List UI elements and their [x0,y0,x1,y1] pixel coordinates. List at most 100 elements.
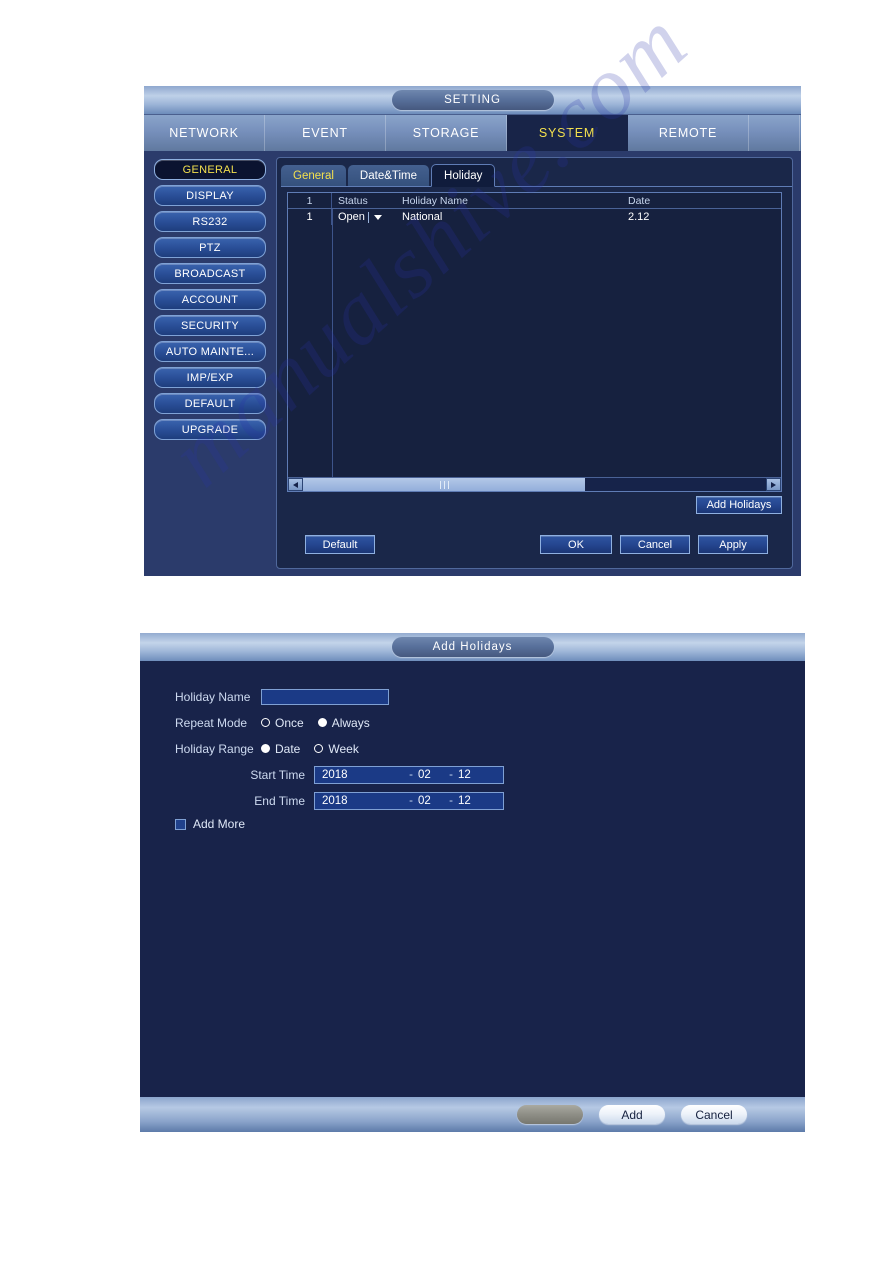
tab-system[interactable]: SYSTEM [507,115,628,151]
add-more-label: Add More [193,817,246,831]
end-month[interactable]: 02 [418,795,444,807]
start-sep-1: - [409,768,413,781]
subtab-general[interactable]: General [281,165,346,186]
default-button[interactable]: Default [305,535,375,554]
right-arrow-icon[interactable] [766,478,781,491]
header-status: Status [338,194,368,207]
add-holidays-titlebar: Add Holidays [140,633,805,661]
field-end-time: End Time 2018 - 02 - 12 [175,789,785,812]
repeat-mode-label: Repeat Mode [175,715,248,730]
sidebar-item-display[interactable]: DISPLAY [154,185,266,206]
ok-button[interactable]: OK [540,535,612,554]
add-holidays-title: Add Holidays [391,637,554,657]
table-body: 1 Open National 2.12 [288,209,781,477]
header-index: 1 [288,193,332,208]
start-month[interactable]: 02 [418,769,444,781]
sidebar-item-general[interactable]: GENERAL [154,159,266,180]
row-status-dropdown[interactable]: Open [332,209,394,225]
table-header-row: 1 Status Holiday Name Date [288,193,781,209]
scrollbar-thumb[interactable] [303,478,586,491]
sidebar-item-upgrade[interactable]: UPGRADE [154,419,266,440]
sidebar-item-default[interactable]: DEFAULT [154,393,266,414]
apply-button[interactable]: Apply [698,535,768,554]
scrollbar-track[interactable] [303,478,766,491]
radio-date-icon[interactable] [261,744,270,753]
window-title: SETTING [391,90,554,110]
content-card: General Date&Time Holiday 1 Status Holid… [276,157,793,569]
top-tab-bar: NETWORK EVENT STORAGE SYSTEM REMOTE [144,115,801,151]
add-holidays-form: Holiday Name Repeat Mode Once Always Hol… [175,685,785,831]
cancel-button[interactable]: Cancel [620,535,690,554]
left-arrow-icon[interactable] [288,478,303,491]
side-menu: GENERAL DISPLAY RS232 PTZ BROADCAST ACCO… [154,159,266,445]
chevron-down-icon[interactable] [373,214,382,220]
radio-week-label: Week [328,741,359,756]
tab-remote[interactable]: REMOTE [628,115,749,151]
start-time-label: Start Time [250,767,305,782]
end-year[interactable]: 2018 [315,795,404,807]
header-holiday-name: Holiday Name [402,194,468,207]
cancel-button[interactable]: Cancel [681,1105,747,1124]
tab-overflow[interactable] [749,115,800,151]
dialog-button-row: Default OK Cancel Apply [287,535,782,554]
setting-window: SETTING NETWORK EVENT STORAGE SYSTEM REM… [144,86,801,576]
add-button[interactable]: Add [599,1105,665,1124]
radio-always-icon[interactable] [317,718,327,727]
sidebar-item-ptz[interactable]: PTZ [154,237,266,258]
setting-body: GENERAL DISPLAY RS232 PTZ BROADCAST ACCO… [144,151,801,576]
subtab-date-time[interactable]: Date&Time [347,165,430,186]
radio-date-label: Date [275,741,301,756]
radio-week[interactable]: Week [314,741,359,756]
horizontal-scrollbar[interactable] [288,477,781,491]
row-holiday-name: National [402,211,443,223]
end-time-input[interactable]: 2018 - 02 - 12 [314,791,504,810]
column-divider [332,209,333,477]
sidebar-item-auto-maintenance[interactable]: AUTO MAINTE... [154,341,266,362]
radio-once-icon[interactable] [261,718,270,727]
sidebar-item-security[interactable]: SECURITY [154,315,266,336]
subtab-holiday[interactable]: Holiday [431,164,496,187]
field-holiday-range: Holiday Range Date Week [175,737,785,760]
setting-titlebar: SETTING [144,86,801,115]
holiday-range-label: Holiday Range [175,741,254,756]
radio-week-icon[interactable] [314,744,324,753]
sidebar-item-imp-exp[interactable]: IMP/EXP [154,367,266,388]
start-year[interactable]: 2018 [315,769,404,781]
sidebar-item-rs232[interactable]: RS232 [154,211,266,232]
field-repeat-mode: Repeat Mode Once Always [175,711,785,734]
status-divider [367,211,369,223]
sidebar-item-account[interactable]: ACCOUNT [154,289,266,310]
row-index: 1 [288,209,332,225]
holiday-name-label: Holiday Name [175,689,251,704]
start-sep-2: - [449,768,453,781]
radio-always-label: Always [331,715,370,730]
holiday-table: 1 Status Holiday Name Date 1 Open Nation… [287,192,782,492]
grip-line [447,480,449,489]
end-time-label: End Time [254,793,305,808]
end-day[interactable]: 12 [458,795,484,807]
start-time-input[interactable]: 2018 - 02 - 12 [314,765,504,784]
add-holidays-dialog: Add Holidays Holiday Name Repeat Mode On… [140,633,805,1132]
radio-once[interactable]: Once [261,716,304,730]
disabled-button [517,1105,583,1124]
add-holidays-footer: Add Cancel [140,1097,805,1132]
end-sep-2: - [449,794,453,807]
add-holidays-button[interactable]: Add Holidays [696,496,782,514]
field-holiday-name: Holiday Name [175,685,785,708]
start-day[interactable]: 12 [458,769,484,781]
table-row[interactable]: 1 Open National 2.12 [288,209,781,225]
grip-line [443,480,445,489]
radio-always[interactable]: Always [317,715,370,730]
sidebar-item-broadcast[interactable]: BROADCAST [154,263,266,284]
tab-storage[interactable]: STORAGE [386,115,507,151]
end-sep-1: - [409,794,413,807]
grip-line [439,480,441,489]
radio-date[interactable]: Date [261,742,300,756]
tab-network[interactable]: NETWORK [144,115,265,151]
tab-event[interactable]: EVENT [265,115,386,151]
add-more-checkbox[interactable] [175,818,186,830]
field-add-more[interactable]: Add More [175,817,785,831]
row-date: 2.12 [628,211,650,223]
holiday-name-input[interactable] [261,688,389,705]
row-status-value: Open [338,211,365,223]
